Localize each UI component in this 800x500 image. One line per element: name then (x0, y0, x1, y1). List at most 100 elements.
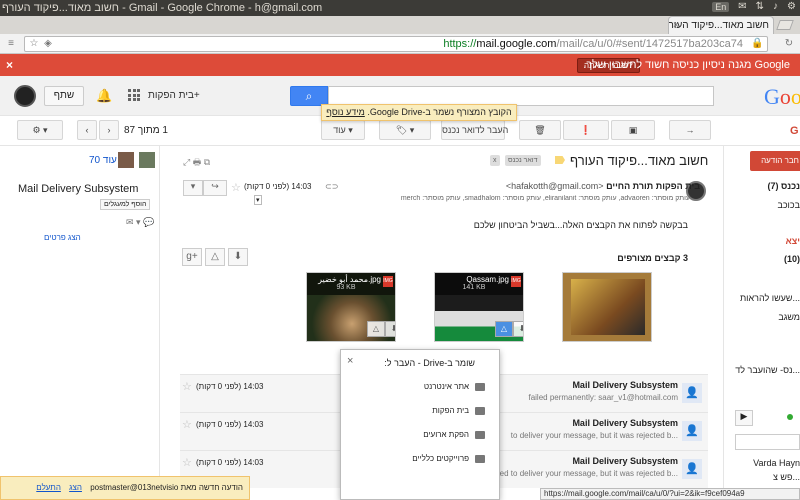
new-tab-button[interactable] (776, 20, 794, 30)
search-input[interactable] (328, 86, 714, 106)
reload-icon[interactable]: ↻ (783, 38, 795, 50)
inbox-label[interactable]: דואר נכנס (505, 155, 541, 166)
back-button[interactable]: → (669, 120, 711, 140)
mail-icon[interactable]: ✉ (738, 1, 746, 12)
person-avatar[interactable] (139, 152, 155, 168)
ignore-link[interactable]: התעלם (36, 483, 61, 492)
archive-button[interactable]: ▣ (611, 120, 655, 140)
person-icon: 👤 (682, 421, 702, 441)
older-button[interactable]: ‹ (77, 120, 97, 140)
nav-label[interactable]: ...נס- שהועבר לד (735, 365, 800, 375)
compose-button[interactable]: חבר הודעה (750, 151, 800, 171)
person-icon: 👤 (682, 383, 702, 403)
expand-recipients-icon[interactable]: ▾ (254, 195, 262, 205)
keyboard-layout[interactable]: En (712, 1, 730, 12)
person-avatar[interactable] (118, 152, 134, 168)
attachment-thumb[interactable] (562, 272, 652, 342)
google-plus-icon[interactable]: g+ (182, 248, 202, 266)
apps-grid-icon[interactable] (128, 89, 140, 101)
download-icon[interactable]: ⬇ (385, 321, 395, 337)
browser-tab[interactable]: חשוב מאוד...פיקוד העורף × (668, 16, 774, 34)
image-file-icon: IMG (511, 276, 521, 287)
shared-folder-icon (475, 406, 485, 415)
nav-inbox[interactable]: נכנס (7) (767, 181, 800, 191)
add-to-circles-button[interactable]: הוסף למעגלים (100, 199, 151, 210)
nav-label[interactable]: משגב (778, 312, 800, 322)
google-plus-link[interactable]: +בית הפקות (148, 90, 200, 101)
drive-folder-item[interactable]: פרוייקטים כלליים (412, 454, 485, 468)
chat-contact[interactable]: Varda Hayn (753, 458, 800, 468)
os-title-bar: חשוב מאוד...פיקוד העורף - Gmail - Google… (0, 0, 800, 16)
right-nav: נכנס (7) בכוכב יצא (10) ...שעשו להראות מ… (727, 176, 800, 500)
star-icon[interactable]: ☆ (182, 418, 192, 431)
thumb-image (571, 279, 645, 335)
more-button[interactable]: עוד ▾ (321, 120, 365, 140)
nav-sent[interactable]: יצא (786, 236, 800, 246)
show-details-link[interactable]: הצג פרטים (44, 233, 81, 242)
menu-icon[interactable]: ≡ (5, 38, 17, 50)
download-icon[interactable]: ⬇ (513, 321, 523, 337)
attachment-caption: Qassam.jpg 141 KB (435, 273, 523, 295)
drive-folder-item[interactable]: הפקת ארועים (423, 430, 485, 444)
share-button[interactable]: שתף (44, 86, 84, 106)
mail-icon[interactable]: ✉ ▾ (126, 217, 141, 228)
save-to-drive-icon[interactable]: △ (495, 321, 513, 337)
bell-icon[interactable]: 🔔 (96, 88, 112, 104)
nav-count[interactable]: (10) (784, 254, 800, 264)
learn-more-link[interactable]: מידע נוסף (326, 107, 365, 117)
drive-saved-toast: הקובץ המצורף נשמר ב-Google Drive. מידע נ… (321, 104, 517, 121)
close-icon[interactable]: × (347, 355, 353, 367)
google-logo[interactable]: Goo (764, 84, 800, 110)
browser-toolbar: ≡ ☆ ◈ https://mail.google.com/mail/ca/u/… (0, 34, 800, 54)
labels-button[interactable]: 🏷 ▾ (379, 120, 431, 140)
important-marker-icon[interactable] (555, 156, 565, 164)
system-tray: En ✉ ⇅ ♪ ⚙ (712, 1, 796, 12)
report-spam-button[interactable]: ❗ (563, 120, 609, 140)
network-icon[interactable]: ⇅ (756, 1, 764, 12)
gmail-menu-label[interactable]: G (790, 125, 799, 137)
attachment-thumb[interactable]: محمد أبو خضير.jpg93 KB IMG △ ⬇ (306, 272, 396, 342)
security-banner: × זה הייתי אתה? Google מגנה ניסיון כניסה… (0, 54, 800, 76)
print-expand-icons[interactable]: ⤢ 🖶 ⧉ (183, 155, 210, 171)
label-remove-icon[interactable]: x (490, 155, 500, 166)
folder-icon (475, 382, 485, 391)
drive-folder-item[interactable]: בית הפקות (432, 406, 485, 420)
settings-button[interactable]: ⚙ ▾ (17, 120, 63, 140)
volume-icon[interactable]: ♪ (773, 1, 778, 12)
more-actions-button[interactable]: ▾ (183, 180, 203, 196)
show-link[interactable]: הצג (69, 483, 82, 492)
download-icon[interactable]: ⬇ (228, 248, 248, 266)
row-sender: Mail Delivery Subsystem (572, 380, 678, 390)
nav-starred[interactable]: בכוכב (777, 200, 800, 210)
gear-icon[interactable]: ⚙ (787, 1, 796, 12)
star-icon[interactable]: ☆ (182, 380, 192, 393)
drive-icon[interactable]: △ (205, 248, 225, 266)
nav-label[interactable]: ...שעשו להראות (740, 293, 800, 303)
pager-text: 1 מתוך 87 (124, 125, 168, 136)
close-icon[interactable]: × (673, 20, 679, 31)
save-to-drive-icon[interactable]: △ (367, 321, 385, 337)
close-icon[interactable]: × (6, 58, 13, 72)
attachment-thumb[interactable]: Qassam.jpg141 KB IMG △ ⬇ (434, 272, 524, 342)
star-icon[interactable]: ☆ (182, 456, 192, 469)
move-to-inbox-button[interactable]: העבר לדואר נכנס (441, 120, 508, 140)
attachment-caption: محمد أبو خضير.jpg 93 KB (307, 273, 395, 295)
chat-search-input[interactable] (735, 434, 800, 450)
newer-button[interactable]: › (99, 120, 119, 140)
address-bar[interactable]: ☆ ◈ https://mail.google.com/mail/ca/u/0/… (24, 36, 768, 52)
chat-icon[interactable]: 💬 (143, 217, 154, 228)
status-dot-icon (787, 414, 793, 420)
reply-button[interactable]: ↪ (203, 180, 227, 196)
video-icon[interactable]: ▶ (735, 410, 753, 426)
more-people-link[interactable]: עוד 70 (89, 155, 117, 166)
search-button[interactable]: ⌕ (290, 86, 328, 106)
trash-icon: 🗑 (534, 125, 546, 135)
star-icon[interactable]: ☆ (231, 181, 241, 194)
banner-message: Google מגנה ניסיון כניסה חשוד לחשבון שלך… (583, 59, 790, 71)
delete-button[interactable]: 🗑 (519, 120, 561, 140)
chat-contact[interactable]: ...פש צ (773, 472, 800, 482)
star-icon[interactable]: ☆ (28, 38, 40, 50)
label-icon: 🏷 ▾ (395, 125, 415, 135)
drive-folder-item[interactable]: אתר אינטרנט (424, 382, 485, 396)
account-avatar[interactable] (14, 85, 36, 107)
